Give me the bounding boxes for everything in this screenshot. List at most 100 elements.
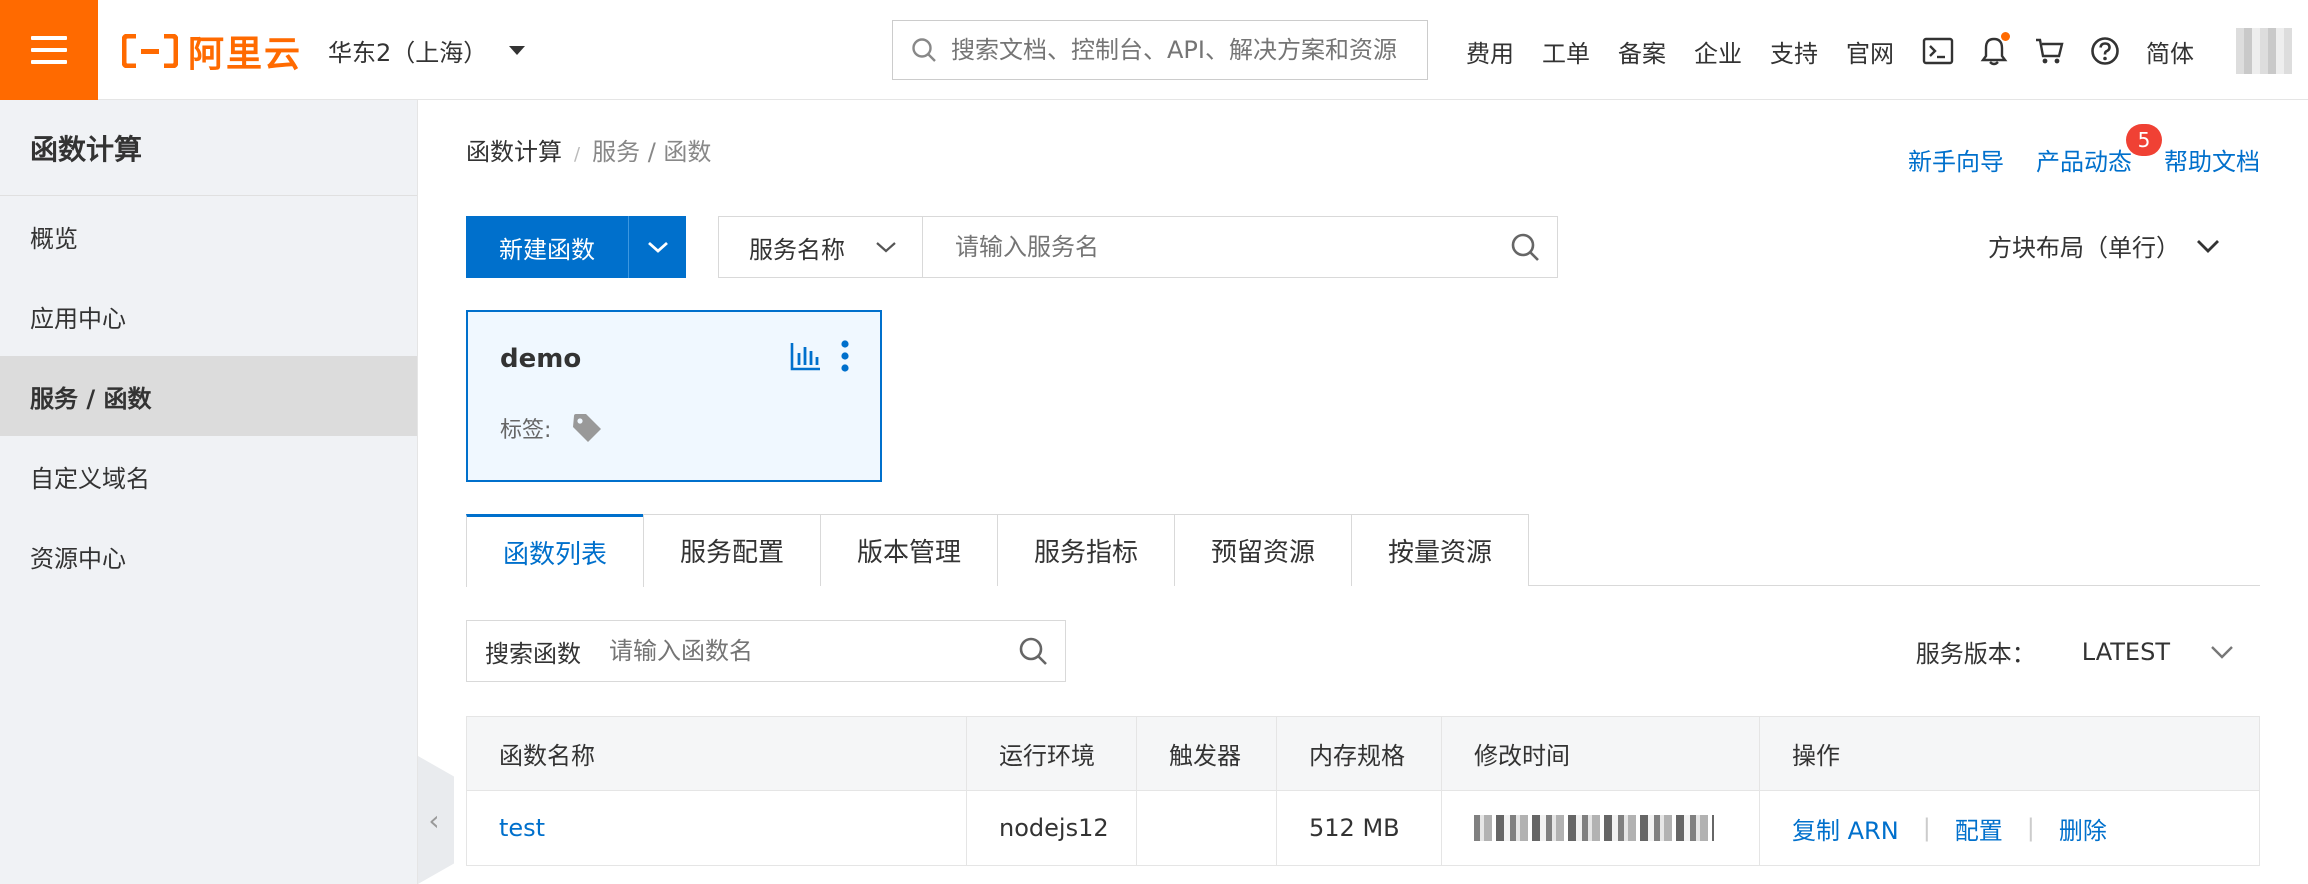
memory-cell: 512 MB [1277,791,1442,865]
column-header-memory: 内存规格 [1277,716,1442,791]
new-function-dropdown[interactable] [628,216,686,278]
trigger-cell [1137,791,1277,865]
breadcrumb-current: 服务 / 函数 [592,138,712,166]
help-links: 新手向导 产品动态 5 帮助文档 [1876,124,2260,177]
chevron-down-icon [2197,239,2219,253]
copy-arn-link[interactable]: 复制 ARN [1792,811,1899,846]
avatar[interactable] [2236,28,2292,74]
nav-enterprise[interactable]: 企业 [1694,34,1742,69]
sidebar-item-custom-domain[interactable]: 自定义域名 [0,436,417,516]
product-updates-label: 产品动态 [2036,148,2132,176]
region-selector[interactable]: 华东2（上海） [328,30,526,70]
updates-count-badge: 5 [2126,124,2162,156]
tab-version-management[interactable]: 版本管理 [820,514,998,586]
tab-reserved-resources[interactable]: 预留资源 [1174,514,1352,586]
search-icon [912,38,936,62]
brand-name: 阿里云 [188,34,303,75]
function-name-cell: test [467,791,967,865]
tab-service-config[interactable]: 服务配置 [643,514,821,586]
service-card-name: demo [500,344,582,374]
breadcrumb-root[interactable]: 函数计算 [466,138,562,166]
cart-icon[interactable] [2034,37,2064,65]
hamburger-icon [31,36,67,64]
function-name-link[interactable]: test [499,814,545,842]
new-function-button-group: 新建函数 [466,216,686,278]
product-updates-link[interactable]: 产品动态 5 [2036,124,2162,177]
redacted-timestamp [1474,815,1714,841]
service-filter: 服务名称 [718,216,1558,278]
global-search-input[interactable] [951,36,1411,64]
service-card-actions [772,340,850,372]
function-table: 函数名称 运行环境 触发器 内存规格 修改时间 操作 test nodejs12… [466,716,2260,866]
nav-official-site[interactable]: 官网 [1846,34,1894,69]
tag-icon[interactable] [571,412,603,444]
service-field-label: 服务名称 [749,235,845,264]
chevron-down-icon [876,242,896,253]
table-row: test nodejs12 512 MB 复制 ARN | 配置 | 删除 [467,791,2259,865]
version-select[interactable]: LATEST [2082,638,2170,666]
terminal-icon[interactable] [1922,37,1954,65]
tab-service-metrics[interactable]: 服务指标 [997,514,1175,586]
region-label: 华东2（上海） [328,38,488,67]
sidebar-title: 函数计算 [0,100,417,196]
column-header-name: 函数名称 [467,716,967,791]
sidebar-item-services-functions[interactable]: 服务 / 函数 [0,356,417,436]
version-label: 服务版本： [1915,640,2036,668]
nav-icp[interactable]: 备案 [1618,34,1666,69]
service-field-select[interactable]: 服务名称 [719,217,923,277]
help-icon[interactable] [2090,36,2120,66]
service-tabs: 函数列表 服务配置 版本管理 服务指标 预留资源 按量资源 [466,514,2260,587]
configure-link[interactable]: 配置 [1955,811,2003,846]
table-header: 函数名称 运行环境 触发器 内存规格 修改时间 操作 [467,716,2259,791]
search-icon [1511,233,1539,261]
caret-down-icon [509,45,526,55]
sidebar-collapse-handle[interactable]: ‹ [418,756,454,884]
more-vertical-icon[interactable] [840,340,850,372]
tags-label: 标签: [500,418,552,443]
function-name-input[interactable] [581,637,1001,665]
nav-support[interactable]: 支持 [1770,34,1818,69]
breadcrumb-separator: / [574,144,581,165]
nav-billing[interactable]: 费用 [1466,34,1514,69]
layout-selector[interactable]: 方块布局（单行） [1988,228,2220,263]
bar-chart-icon[interactable] [790,341,822,371]
function-search-button[interactable] [1001,636,1065,666]
layout-label: 方块布局（单行） [1988,234,2180,262]
top-nav: 费用 工单 备案 企业 支持 官网 简体 [1466,30,2222,72]
bell-icon[interactable] [1980,32,2010,66]
aliyun-bracket-icon [122,34,178,68]
search-icon [1019,637,1047,665]
chevron-left-icon: ‹ [428,803,440,837]
menu-button[interactable] [0,0,98,100]
new-function-button[interactable]: 新建函数 [466,216,628,278]
language-switch[interactable]: 简体 [2146,34,2194,69]
chevron-down-icon[interactable] [2210,644,2234,660]
runtime-cell: nodejs12 [967,791,1137,865]
global-search[interactable] [892,20,1428,80]
tab-on-demand-resources[interactable]: 按量资源 [1351,514,1529,586]
sidebar-item-app-center[interactable]: 应用中心 [0,276,417,356]
delete-link[interactable]: 删除 [2059,811,2107,846]
service-search-button[interactable] [1493,217,1557,277]
sidebar-item-overview[interactable]: 概览 [0,196,417,276]
modified-time-cell [1442,791,1760,865]
column-header-actions: 操作 [1792,742,1840,770]
column-header-modified: 修改时间 [1442,716,1760,791]
tab-function-list[interactable]: 函数列表 [466,514,644,587]
breadcrumb: 函数计算 / 服务 / 函数 [466,132,711,167]
action-divider: | [1922,814,1931,842]
nav-tickets[interactable]: 工单 [1542,34,1590,69]
beginner-guide-link[interactable]: 新手向导 [1908,142,2004,177]
notification-dot [2001,32,2010,41]
help-docs-link[interactable]: 帮助文档 [2164,142,2260,177]
column-header-runtime: 运行环境 [967,716,1137,791]
sidebar-item-resource-center[interactable]: 资源中心 [0,516,417,596]
aliyun-logo[interactable]: 阿里云 [122,28,303,75]
action-divider: | [2026,814,2035,842]
service-card-tags: 标签: [500,412,603,444]
column-header-trigger: 触发器 [1137,716,1277,791]
function-search-label: 搜索函数 [485,639,581,668]
service-name-input[interactable] [923,217,1493,277]
service-card[interactable]: demo 标签: [466,310,882,482]
service-version: 服务版本： LATEST [1916,634,2234,669]
